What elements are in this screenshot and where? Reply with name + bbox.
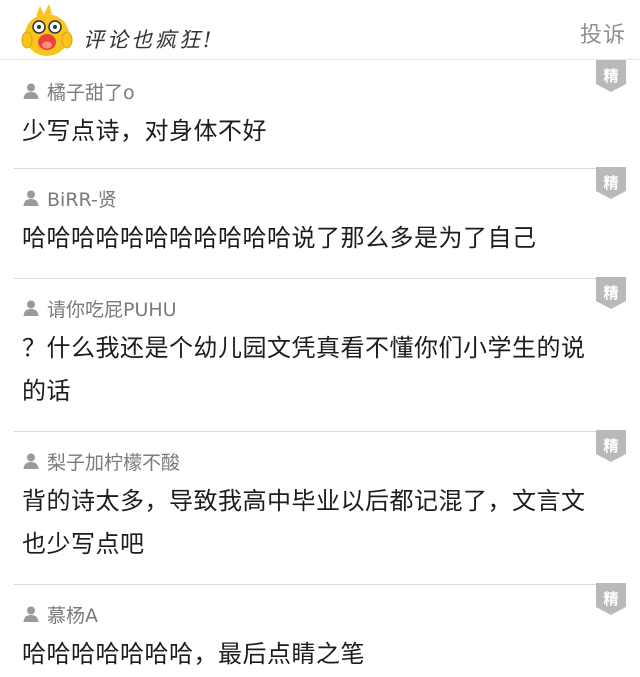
comment-text: 背的诗太多，导致我高中毕业以后都记混了，文言文也少写点吧 <box>22 487 586 558</box>
mascot-logo <box>18 2 76 60</box>
author-name: 慕杨A <box>47 604 98 627</box>
comment-author[interactable]: BiRR-贤 <box>22 186 117 211</box>
user-icon <box>23 300 39 316</box>
comment-text: ？什么我还是个幼儿园文凭真看不懂你们小学生的说的话 <box>22 334 586 405</box>
comment-item: 精 橘子甜了o 少写点诗，对身体不好 <box>14 60 626 169</box>
header: 评论也疯狂! 投诉 <box>0 0 640 60</box>
author-name: 橘子甜了o <box>47 81 135 104</box>
comment-author[interactable]: 请你吃屁PUHU <box>22 296 177 321</box>
author-name: 请你吃屁PUHU <box>47 298 177 321</box>
comment-list: 精 橘子甜了o 少写点诗，对身体不好 精 BiRR-贤 哈哈哈哈哈哈哈哈哈哈哈说… <box>0 60 640 677</box>
header-title: 评论也疯狂! <box>83 28 215 52</box>
user-icon <box>23 83 39 99</box>
user-icon <box>23 453 39 469</box>
comment-item: 精 BiRR-贤 哈哈哈哈哈哈哈哈哈哈哈说了那么多是为了自己 <box>14 167 626 279</box>
comment-text: 哈哈哈哈哈哈哈，最后点睛之笔 <box>22 640 365 668</box>
comment-author[interactable]: 橘子甜了o <box>22 79 135 104</box>
comment-text: 少写点诗，对身体不好 <box>22 117 267 145</box>
author-name: 梨子加柠檬不酸 <box>47 451 181 474</box>
comment-item: 精 请你吃屁PUHU ？什么我还是个幼儿园文凭真看不懂你们小学生的说的话 <box>14 277 626 432</box>
featured-badge: 精 <box>596 167 626 201</box>
comment-item: 精 慕杨A 哈哈哈哈哈哈哈，最后点睛之笔 <box>14 583 626 677</box>
comment-item: 精 梨子加柠檬不酸 背的诗太多，导致我高中毕业以后都记混了，文言文也少写点吧 <box>14 430 626 585</box>
featured-badge: 精 <box>596 277 626 311</box>
featured-badge: 精 <box>596 60 626 94</box>
featured-badge: 精 <box>596 583 626 617</box>
author-name: BiRR-贤 <box>47 188 117 211</box>
comment-author[interactable]: 慕杨A <box>22 602 98 627</box>
comment-author[interactable]: 梨子加柠檬不酸 <box>22 449 181 474</box>
report-button[interactable]: 投诉 <box>580 17 626 49</box>
user-icon <box>23 190 39 206</box>
featured-badge: 精 <box>596 430 626 464</box>
user-icon <box>23 606 39 622</box>
comment-text: 哈哈哈哈哈哈哈哈哈哈哈说了那么多是为了自己 <box>22 224 537 252</box>
